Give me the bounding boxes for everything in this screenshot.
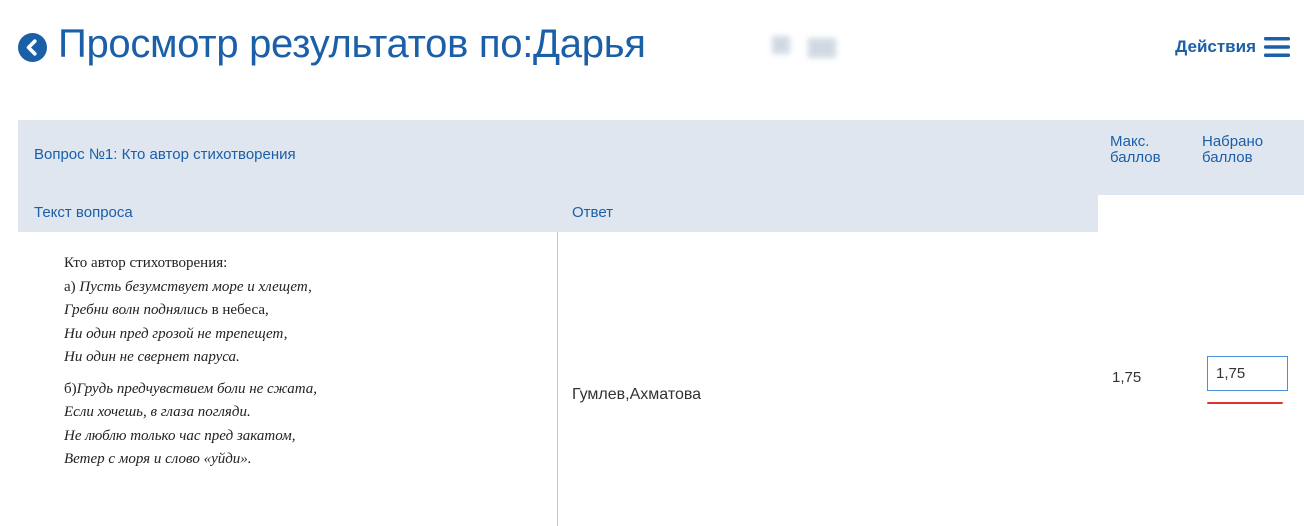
earned-points-header: Набрано баллов [1190,120,1304,195]
poem-a-line-2: Гребни волн поднялись в небеса, [64,302,269,318]
poem-b-line-4: Ветер с моря и слово «уйди». [64,451,252,467]
question-intro: Кто автор стихотворения: [64,255,228,271]
max-points-header: Макс. баллов [1098,120,1190,195]
page-title: Просмотр результатов по:Дарья [58,22,646,66]
spellcheck-underline [1207,402,1283,404]
earned-points-label: Набрано баллов [1202,133,1264,166]
poem-a-line-4: Ни один не свернет паруса. [64,349,240,365]
poem-b-line-3: Не люблю только час пред закатом, [64,427,296,444]
question-header: Вопрос №1: Кто автор стихотворения [18,120,1098,195]
max-points-value: 1,75 [1112,369,1142,386]
answer-column-label: Ответ [572,204,614,221]
poem-a-line-1: а) Пусть безумствует море и хлещет, [64,278,312,295]
page-header: Просмотр результатов по:Дарья Действия [0,0,1304,110]
actions-label: Действия [1175,37,1256,56]
poem-a-line-3: Ни один пред грозой не трепещет, [64,325,288,342]
question-title: Вопрос №1: Кто автор стихотворения [34,146,296,163]
poem-b-line-2: Если хочешь, в глаза погляди. [64,404,251,420]
back-icon[interactable] [18,33,47,62]
student-answer: Гумлев,Ахматова [572,386,702,403]
hamburger-menu-icon [1264,37,1290,57]
question-text-column-label: Текст вопроса [34,204,133,221]
max-points-label: Макс. баллов [1110,133,1161,166]
answer-column-header: Ответ [558,195,1098,232]
question-text: Кто автор стихотворения: а) Пусть безумс… [64,252,317,472]
poem-b-line-1: б)Грудь предчувствием боли не сжата, [64,380,318,397]
earned-points-input[interactable] [1207,356,1288,391]
actions-menu-button[interactable]: Действия [1175,36,1290,58]
redacted-name-block [808,38,836,58]
question-text-column-header: Текст вопроса [18,195,558,232]
redacted-name-block [772,36,790,54]
column-divider [557,232,558,526]
